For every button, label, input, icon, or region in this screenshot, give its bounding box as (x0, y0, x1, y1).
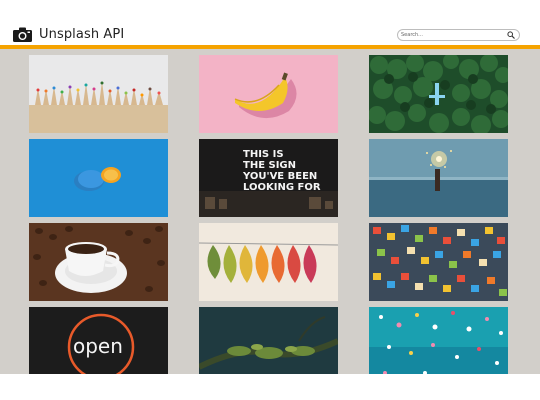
app-window: Unsplash API Search... THIS IS THE SIGN … (0, 25, 540, 374)
svg-text:THIS IS: THIS IS (243, 149, 284, 160)
image-tile-banana[interactable] (199, 55, 338, 133)
image-tile-confetti-water[interactable] (369, 307, 508, 374)
image-tile-leaves[interactable] (199, 223, 338, 301)
image-tile-puzzle[interactable] (369, 223, 508, 301)
camera-icon (13, 27, 32, 42)
image-tile-forest[interactable] (369, 55, 508, 133)
image-tile-orange[interactable] (29, 139, 168, 217)
image-tile-coffee[interactable] (29, 223, 168, 301)
image-tile-sparkler[interactable] (369, 139, 508, 217)
svg-text:LOOKING FOR: LOOKING FOR (243, 182, 321, 193)
header-accent-bar (0, 45, 540, 49)
image-tile-colored-pencils[interactable] (29, 55, 168, 133)
svg-text:YOU'VE BEEN: YOU'VE BEEN (242, 171, 317, 182)
search-box[interactable] (397, 29, 520, 41)
app-title: Unsplash API (39, 27, 125, 42)
image-tile-tree-branch[interactable] (199, 307, 338, 374)
search-input[interactable] (400, 31, 501, 39)
search-icon[interactable] (507, 31, 515, 39)
svg-text:open: open (73, 334, 123, 358)
image-tile-open-neon[interactable]: open (29, 307, 168, 374)
svg-text:THE SIGN: THE SIGN (243, 160, 296, 171)
header-bar: Unsplash API (0, 25, 540, 45)
image-tile-neon-sign[interactable]: THIS IS THE SIGN YOU'VE BEEN LOOKING FOR (199, 139, 338, 217)
